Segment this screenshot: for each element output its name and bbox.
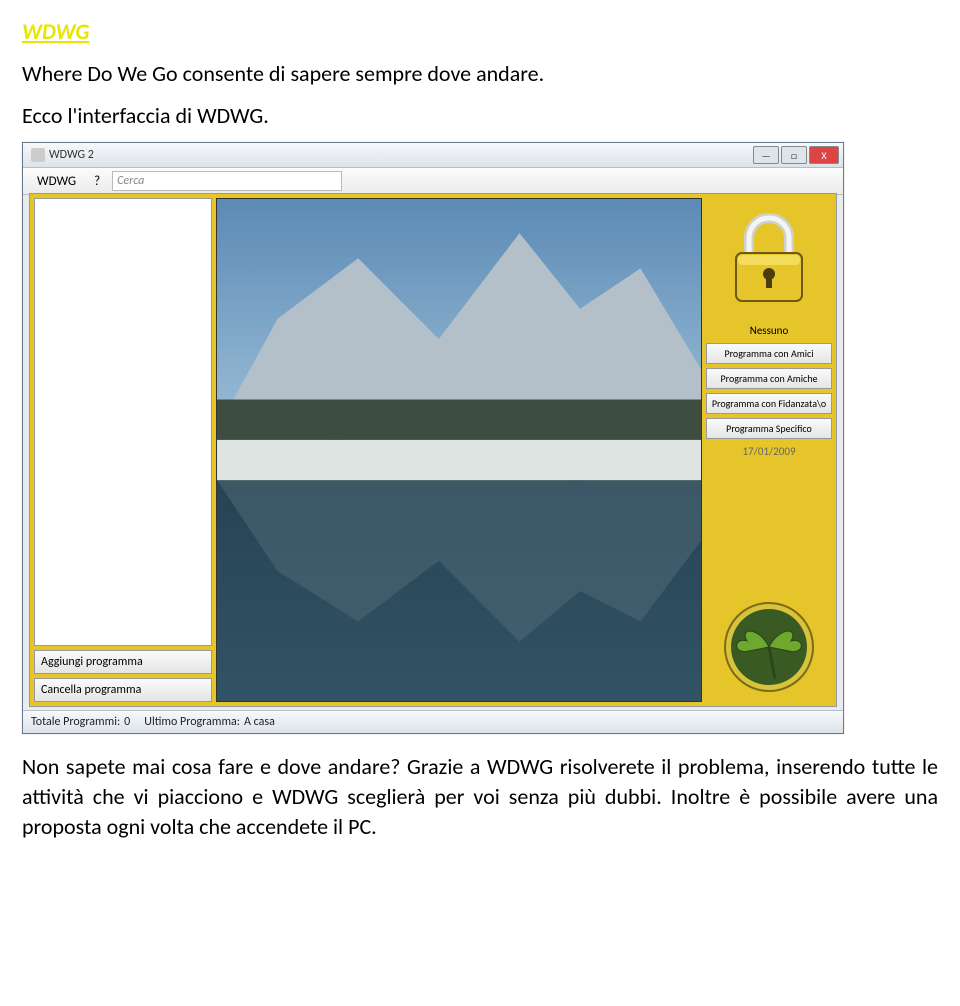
intro-2: Ecco l'interfaccia di WDWG. <box>22 101 938 131</box>
program-partner-button[interactable]: Programma con Fidanzata\o <box>706 393 832 414</box>
date-label: 17/01/2009 <box>706 443 832 460</box>
doc-title: WDWG <box>22 18 938 45</box>
status-last-label: Ultimo Programma: <box>144 715 240 729</box>
status-total-label: Totale Programmi: <box>31 715 120 729</box>
close-button[interactable]: X <box>809 146 839 164</box>
titlebar: WDWG 2 — □ X <box>23 143 843 168</box>
app-body: Aggiungi programma Cancella programma <box>29 193 837 707</box>
program-friends-button[interactable]: Programma con Amici <box>706 343 832 364</box>
menu-wdwg[interactable]: WDWG <box>31 172 82 191</box>
program-specific-button[interactable]: Programma Specifico <box>706 418 832 439</box>
wallpaper-image <box>216 198 702 702</box>
program-girlfriends-button[interactable]: Programma con Amiche <box>706 368 832 389</box>
minimize-button[interactable]: — <box>753 146 779 164</box>
status-total-value: 0 <box>124 715 130 729</box>
app-icon <box>31 148 45 162</box>
program-list[interactable] <box>34 198 212 646</box>
window-title: WDWG 2 <box>49 148 94 162</box>
left-panel: Aggiungi programma Cancella programma <box>34 198 212 702</box>
search-input[interactable]: Cerca <box>112 171 342 191</box>
nessuno-label: Nessuno <box>706 322 832 339</box>
delete-program-button[interactable]: Cancella programma <box>34 678 212 702</box>
menu-help[interactable]: ? <box>88 172 106 191</box>
clover-icon <box>706 592 832 702</box>
add-program-button[interactable]: Aggiungi programma <box>34 650 212 674</box>
maximize-button[interactable]: □ <box>781 146 807 164</box>
intro-1: Where Do We Go consente di sapere sempre… <box>22 59 938 89</box>
status-last-value: A casa <box>244 715 275 729</box>
right-panel: Nessuno Programma con Amici Programma co… <box>706 198 832 702</box>
statusbar: Totale Programmi: 0 Ultimo Programma: A … <box>23 710 843 733</box>
outro-paragraph: Non sapete mai cosa fare e dove andare? … <box>22 752 938 841</box>
app-screenshot: WDWG 2 — □ X WDWG ? Cerca Aggiungi progr… <box>22 142 844 734</box>
menubar: WDWG ? Cerca <box>23 168 843 195</box>
lock-icon <box>706 198 832 318</box>
